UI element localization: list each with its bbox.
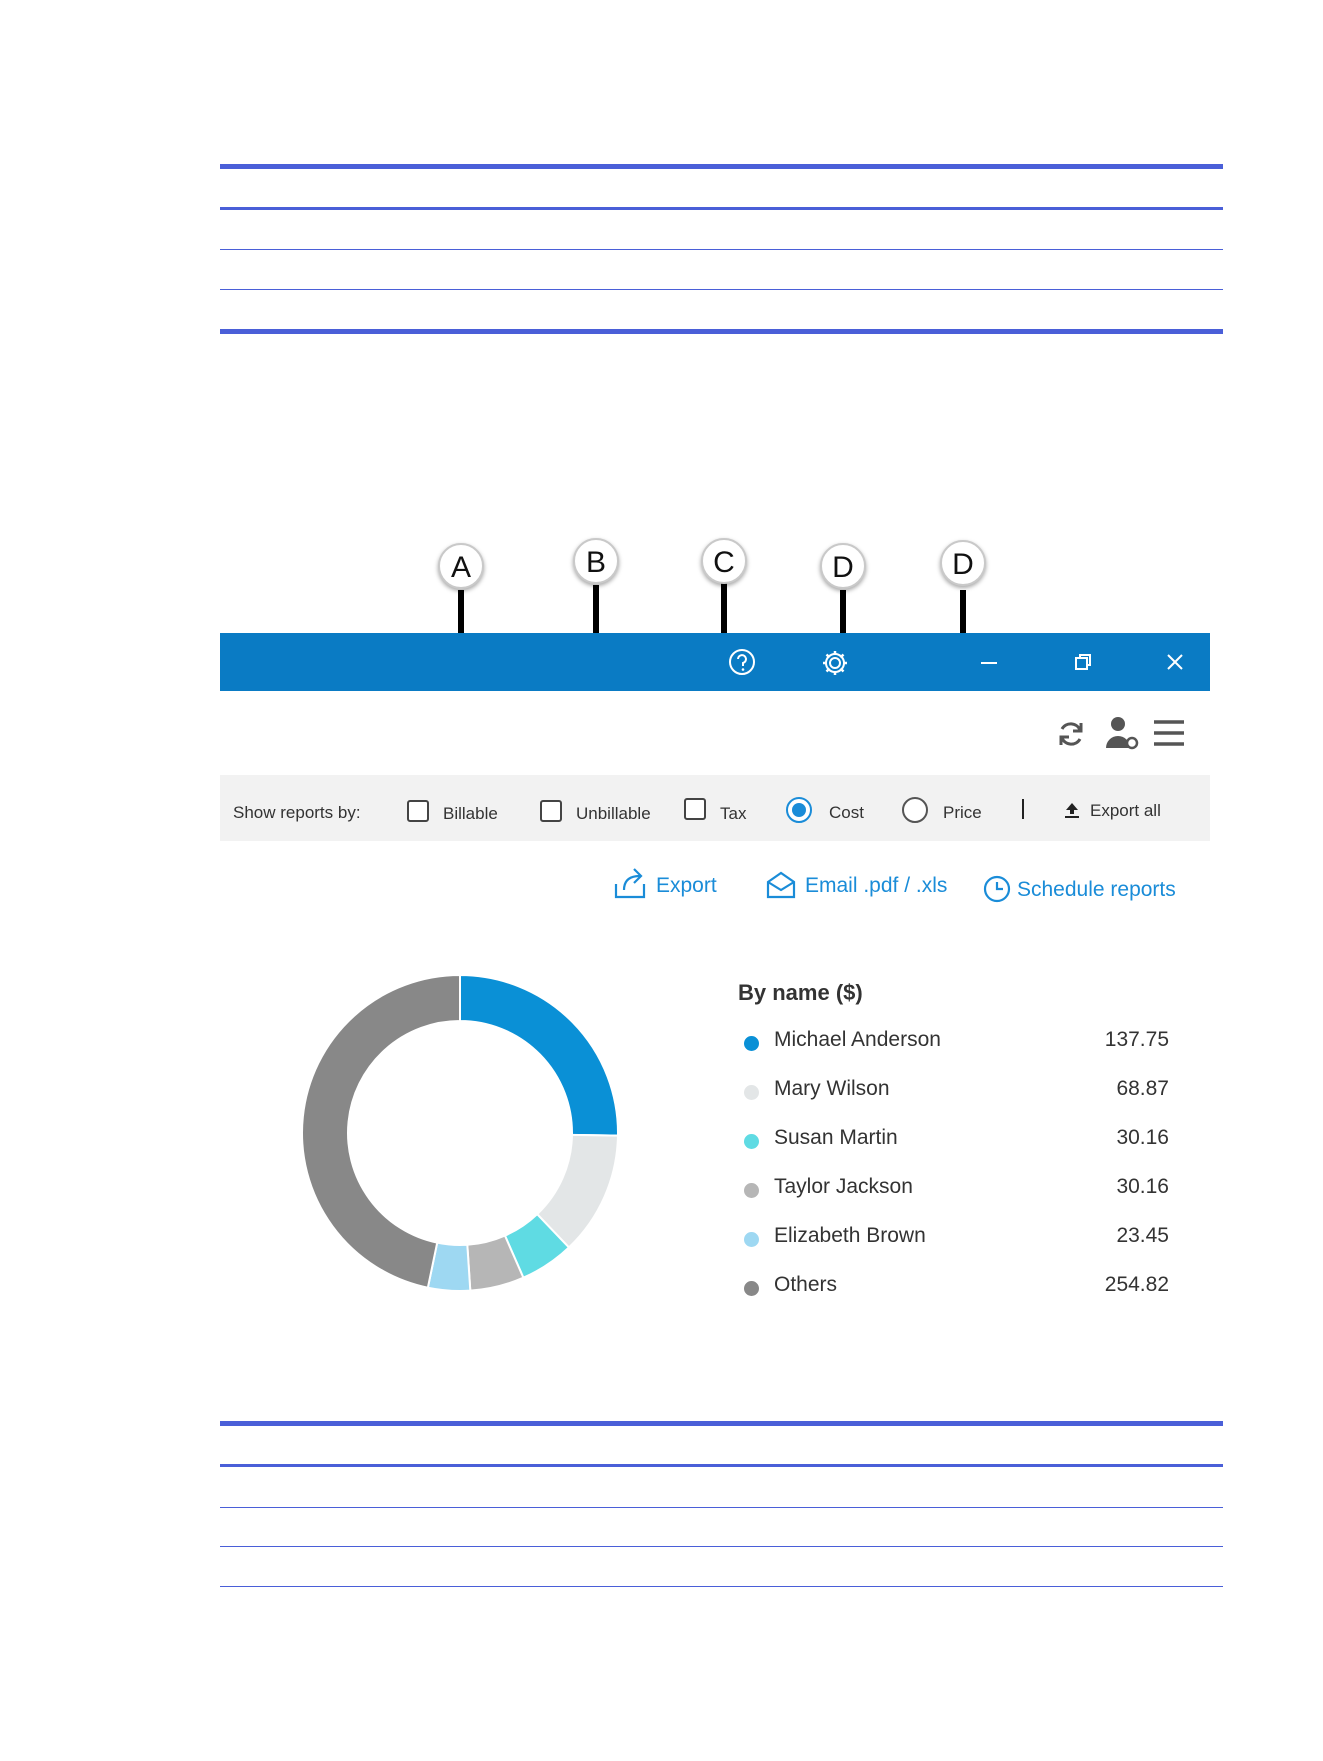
export-all-label: Export all: [1090, 801, 1161, 820]
app-toolbar: [220, 691, 1210, 775]
table-rule: [220, 289, 1223, 290]
table-rule: [220, 1586, 1223, 1587]
legend-value: 23.45: [1116, 1224, 1169, 1247]
minimize-icon[interactable]: [978, 651, 1000, 678]
table-rule: [220, 207, 1223, 210]
schedule-label: Schedule reports: [1017, 878, 1176, 901]
price-label: Price: [943, 803, 982, 822]
legend-value: 30.16: [1116, 1175, 1169, 1198]
envelope-icon: [765, 870, 797, 905]
separator: [1022, 799, 1024, 819]
legend-name: Elizabeth Brown: [774, 1224, 926, 1247]
close-icon[interactable]: [1164, 651, 1186, 678]
callout-d: D: [940, 540, 986, 586]
legend-item: Mary Wilson 68.87: [744, 1077, 1169, 1107]
cost-label: Cost: [829, 803, 864, 822]
legend-name: Others: [774, 1273, 838, 1296]
export-label: Export: [656, 874, 717, 897]
legend-swatch: [744, 1281, 759, 1296]
legend-value: 30.16: [1116, 1126, 1169, 1149]
legend-value: 254.82: [1104, 1273, 1169, 1296]
table-rule: [220, 1546, 1223, 1547]
callout-c: C: [701, 538, 747, 584]
legend-swatch: [744, 1085, 759, 1100]
table-rule: [220, 249, 1223, 250]
billable-label: Billable: [443, 804, 498, 823]
clock-icon: [982, 874, 1012, 909]
legend-item: Elizabeth Brown 23.45: [744, 1224, 1169, 1254]
legend-swatch: [744, 1183, 759, 1198]
legend-swatch: [744, 1134, 759, 1149]
help-icon[interactable]: [728, 648, 756, 681]
legend-item: Others 254.82: [744, 1273, 1169, 1303]
legend-title: By name ($): [738, 980, 863, 1005]
donut-slice-5: [301, 973, 461, 1289]
tax-checkbox[interactable]: [684, 798, 706, 820]
legend-swatch: [744, 1232, 759, 1247]
export-button[interactable]: Export: [612, 866, 722, 902]
legend-item: Susan Martin 30.16: [744, 1126, 1169, 1156]
table-rule-top: [220, 164, 1223, 169]
schedule-reports-button[interactable]: Schedule reports: [982, 874, 1176, 909]
legend-name: Mary Wilson: [774, 1077, 890, 1100]
callout-b: B: [573, 538, 619, 584]
refresh-icon[interactable]: [1056, 719, 1086, 754]
cost-radio[interactable]: [786, 797, 812, 823]
legend-name: Susan Martin: [774, 1126, 898, 1149]
callout-d: D: [820, 543, 866, 589]
billable-checkbox[interactable]: [407, 800, 429, 822]
donut-chart: [301, 973, 619, 1292]
upload-icon: [1063, 801, 1081, 824]
callout-a: A: [438, 543, 484, 589]
email-label: Email .pdf / .xls: [805, 874, 948, 897]
donut-slice-0: [459, 973, 619, 1137]
user-settings-icon[interactable]: [1104, 715, 1140, 756]
table-rule-top: [220, 1421, 1223, 1426]
table-rule: [220, 1464, 1223, 1467]
menu-icon[interactable]: [1152, 719, 1186, 752]
legend-name: Taylor Jackson: [774, 1175, 913, 1198]
legend-value: 68.87: [1116, 1077, 1169, 1100]
table-rule: [220, 1507, 1223, 1508]
legend-item: Michael Anderson 137.75: [744, 1028, 1169, 1058]
table-rule-bottom: [220, 329, 1223, 334]
share-icon: [612, 866, 648, 905]
legend-swatch: [744, 1036, 759, 1051]
filter-label: Show reports by:: [233, 803, 361, 822]
legend-item: Taylor Jackson 30.16: [744, 1175, 1169, 1205]
app-title-bar: [220, 633, 1210, 691]
legend-name: Michael Anderson: [774, 1028, 941, 1051]
price-radio[interactable]: [902, 797, 928, 823]
tax-label: Tax: [720, 804, 747, 823]
unbillable-checkbox[interactable]: [540, 800, 562, 822]
restore-icon[interactable]: [1072, 651, 1094, 678]
unbillable-label: Unbillable: [576, 804, 651, 823]
legend-value: 137.75: [1104, 1028, 1169, 1051]
settings-icon[interactable]: [820, 648, 850, 683]
report-filter-bar: Show reports by: Billable Unbillable Tax…: [220, 775, 1210, 841]
email-button[interactable]: Email .pdf / .xls: [765, 870, 948, 905]
